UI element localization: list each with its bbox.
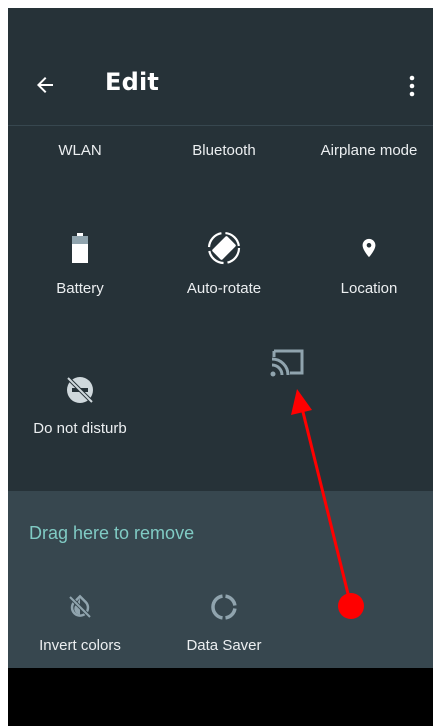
drag-arrow-head-icon <box>291 389 312 415</box>
location-icon <box>362 238 376 258</box>
invert-colors-icon <box>68 594 92 619</box>
data-saver-icon <box>211 594 237 620</box>
tile-cast-dragging[interactable] <box>218 344 358 380</box>
tile-invert-colors[interactable]: Invert colors <box>10 589 150 654</box>
page-title: Edit <box>105 68 160 96</box>
more-vert-icon <box>409 75 415 97</box>
tile-label: Do not disturb <box>33 420 127 437</box>
tile-bluetooth[interactable]: Bluetooth <box>154 142 294 159</box>
drag-to-remove-label: Drag here to remove <box>29 523 195 543</box>
tile-wlan[interactable]: WLAN <box>10 142 150 159</box>
toolbar-divider <box>8 125 433 126</box>
tile-data-saver[interactable]: Data Saver <box>154 589 294 654</box>
tile-label: Auto-rotate <box>186 280 262 297</box>
do-not-disturb-icon <box>66 376 94 404</box>
tile-label: Data Saver <box>186 637 262 654</box>
tile-label: Invert colors <box>39 637 121 654</box>
tile-battery[interactable]: Battery <box>10 230 150 297</box>
toolbar: Edit <box>8 8 433 125</box>
tile-location[interactable]: Location <box>299 230 433 297</box>
auto-rotate-icon <box>207 231 241 265</box>
cast-icon <box>270 349 304 377</box>
tile-auto-rotate[interactable]: Auto-rotate <box>154 230 294 297</box>
arrow-back-icon <box>37 77 53 93</box>
tile-airplane-mode[interactable]: Airplane mode <box>299 142 433 159</box>
quick-settings-edit-screen: Edit WLAN Bluetooth Airplane mode Batter… <box>8 8 433 726</box>
tile-label: Battery <box>56 280 104 297</box>
tile-label: Airplane mode <box>320 142 418 159</box>
tile-label: Location <box>340 280 398 297</box>
tile-do-not-disturb[interactable]: Do not disturb <box>10 372 150 437</box>
tile-label: Bluetooth <box>192 142 256 159</box>
battery-icon <box>72 233 88 263</box>
more-options-button[interactable] <box>402 71 422 101</box>
drag-to-remove-area[interactable]: Drag here to remove Invert colors Data S… <box>8 491 433 668</box>
tile-label: WLAN <box>58 142 102 159</box>
back-button[interactable] <box>28 70 62 100</box>
navigation-bar <box>8 668 433 726</box>
